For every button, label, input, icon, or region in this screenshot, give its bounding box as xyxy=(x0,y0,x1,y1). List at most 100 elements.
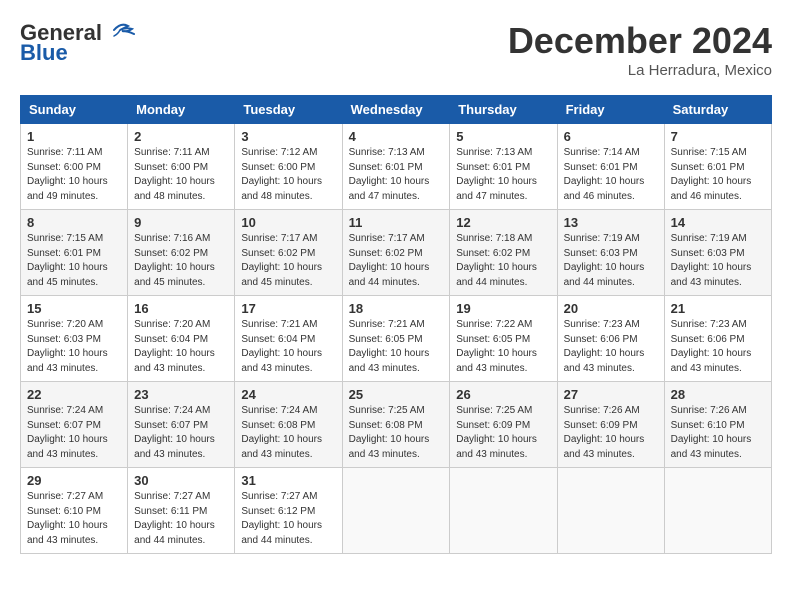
title-area: December 2024 La Herradura, Mexico xyxy=(508,20,772,79)
weekday-header-wednesday: Wednesday xyxy=(342,96,450,124)
day-info-text: Sunrise: 7:19 AM Sunset: 6:03 PM Dayligh… xyxy=(564,232,658,290)
day-info-text: Sunrise: 7:15 AM Sunset: 6:01 PM Dayligh… xyxy=(27,232,121,290)
calendar-day-cell: 19 Sunrise: 7:22 AM Sunset: 6:05 PM Dayli… xyxy=(450,296,557,382)
day-number: 29 xyxy=(27,473,121,488)
calendar-empty-cell xyxy=(664,468,771,554)
calendar-day-cell: 2Sunrise: 7:11 AM Sunset: 6:00 PM Daylig… xyxy=(128,124,235,210)
day-number: 4 xyxy=(349,129,444,144)
calendar-week-row: 22Sunrise: 7:24 AM Sunset: 6:07 PM Dayli… xyxy=(21,382,772,468)
day-info-text: Sunrise: 7:17 AM Sunset: 6:02 PM Dayligh… xyxy=(241,232,335,290)
page-header: General Blue December 2024 La Herradura,… xyxy=(20,20,772,79)
day-number: 7 xyxy=(671,129,765,144)
day-info-text: Sunrise: 7:24 AM Sunset: 6:07 PM Dayligh… xyxy=(27,404,121,462)
calendar-day-cell: 18 Sunrise: 7:21 AM Sunset: 6:05 PM Dayli… xyxy=(342,296,450,382)
day-info-text: Sunrise: 7:27 AM Sunset: 6:11 PM Dayligh… xyxy=(134,490,228,548)
day-number: 13 xyxy=(564,215,658,230)
day-info-text: Sunrise: 7:14 AM Sunset: 6:01 PM Dayligh… xyxy=(564,146,658,204)
day-number: 31 xyxy=(241,473,335,488)
day-number: 11 xyxy=(349,215,444,230)
day-number: 19 xyxy=(456,301,550,316)
calendar-day-cell: 26Sunrise: 7:25 AM Sunset: 6:09 PM Dayli… xyxy=(450,382,557,468)
weekday-header-monday: Monday xyxy=(128,96,235,124)
day-info-text: Sunrise: 7:17 AM Sunset: 6:02 PM Dayligh… xyxy=(349,232,444,290)
calendar-day-cell: 13 Sunrise: 7:19 AM Sunset: 6:03 PM Dayli… xyxy=(557,210,664,296)
calendar-day-cell: 7 Sunrise: 7:15 AM Sunset: 6:01 PM Daylig… xyxy=(664,124,771,210)
weekday-header-tuesday: Tuesday xyxy=(235,96,342,124)
day-info-text: Sunrise: 7:22 AM Sunset: 6:05 PM Dayligh… xyxy=(456,318,550,376)
day-number: 24 xyxy=(241,387,335,402)
calendar-day-cell: 27 Sunrise: 7:26 AM Sunset: 6:09 PM Dayli… xyxy=(557,382,664,468)
calendar-day-cell: 23 Sunrise: 7:24 AM Sunset: 6:07 PM Dayli… xyxy=(128,382,235,468)
weekday-header-saturday: Saturday xyxy=(664,96,771,124)
calendar-week-row: 29 Sunrise: 7:27 AM Sunset: 6:10 PM Dayli… xyxy=(21,468,772,554)
calendar-week-row: 8 Sunrise: 7:15 AM Sunset: 6:01 PM Daylig… xyxy=(21,210,772,296)
calendar-week-row: 1 Sunrise: 7:11 AM Sunset: 6:00 PM Daylig… xyxy=(21,124,772,210)
calendar-day-cell: 31 Sunrise: 7:27 AM Sunset: 6:12 PM Dayli… xyxy=(235,468,342,554)
day-info-text: Sunrise: 7:20 AM Sunset: 6:03 PM Dayligh… xyxy=(27,318,121,376)
day-number: 21 xyxy=(671,301,765,316)
weekday-header-row: SundayMondayTuesdayWednesdayThursdayFrid… xyxy=(21,96,772,124)
logo-blue-text: Blue xyxy=(20,40,68,66)
day-info-text: Sunrise: 7:18 AM Sunset: 6:02 PM Dayligh… xyxy=(456,232,550,290)
day-number: 10 xyxy=(241,215,335,230)
calendar-empty-cell xyxy=(557,468,664,554)
location-text: La Herradura, Mexico xyxy=(508,62,772,79)
logo: General Blue xyxy=(20,20,136,66)
day-info-text: Sunrise: 7:24 AM Sunset: 6:07 PM Dayligh… xyxy=(134,404,228,462)
calendar-day-cell: 10 Sunrise: 7:17 AM Sunset: 6:02 PM Dayli… xyxy=(235,210,342,296)
day-number: 18 xyxy=(349,301,444,316)
calendar-day-cell: 11 Sunrise: 7:17 AM Sunset: 6:02 PM Dayli… xyxy=(342,210,450,296)
calendar-day-cell: 30 Sunrise: 7:27 AM Sunset: 6:11 PM Dayli… xyxy=(128,468,235,554)
calendar-table: SundayMondayTuesdayWednesdayThursdayFrid… xyxy=(20,95,772,554)
calendar-day-cell: 4 Sunrise: 7:13 AM Sunset: 6:01 PM Daylig… xyxy=(342,124,450,210)
day-number: 30 xyxy=(134,473,228,488)
weekday-header-friday: Friday xyxy=(557,96,664,124)
day-number: 23 xyxy=(134,387,228,402)
calendar-day-cell: 21Sunrise: 7:23 AM Sunset: 6:06 PM Dayli… xyxy=(664,296,771,382)
day-info-text: Sunrise: 7:13 AM Sunset: 6:01 PM Dayligh… xyxy=(456,146,550,204)
calendar-week-row: 15Sunrise: 7:20 AM Sunset: 6:03 PM Dayli… xyxy=(21,296,772,382)
calendar-day-cell: 20 Sunrise: 7:23 AM Sunset: 6:06 PM Dayli… xyxy=(557,296,664,382)
day-info-text: Sunrise: 7:11 AM Sunset: 6:00 PM Dayligh… xyxy=(134,146,228,204)
day-number: 17 xyxy=(241,301,335,316)
day-info-text: Sunrise: 7:15 AM Sunset: 6:01 PM Dayligh… xyxy=(671,146,765,204)
day-number: 9 xyxy=(134,215,228,230)
day-info-text: Sunrise: 7:27 AM Sunset: 6:12 PM Dayligh… xyxy=(241,490,335,548)
weekday-header-sunday: Sunday xyxy=(21,96,128,124)
day-info-text: Sunrise: 7:11 AM Sunset: 6:00 PM Dayligh… xyxy=(27,146,121,204)
calendar-day-cell: 14 Sunrise: 7:19 AM Sunset: 6:03 PM Dayli… xyxy=(664,210,771,296)
calendar-empty-cell xyxy=(450,468,557,554)
day-number: 14 xyxy=(671,215,765,230)
day-number: 12 xyxy=(456,215,550,230)
day-info-text: Sunrise: 7:24 AM Sunset: 6:08 PM Dayligh… xyxy=(241,404,335,462)
day-info-text: Sunrise: 7:23 AM Sunset: 6:06 PM Dayligh… xyxy=(564,318,658,376)
day-number: 20 xyxy=(564,301,658,316)
calendar-day-cell: 8 Sunrise: 7:15 AM Sunset: 6:01 PM Daylig… xyxy=(21,210,128,296)
day-number: 1 xyxy=(27,129,121,144)
calendar-day-cell: 15Sunrise: 7:20 AM Sunset: 6:03 PM Dayli… xyxy=(21,296,128,382)
day-info-text: Sunrise: 7:16 AM Sunset: 6:02 PM Dayligh… xyxy=(134,232,228,290)
calendar-empty-cell xyxy=(342,468,450,554)
calendar-day-cell: 1 Sunrise: 7:11 AM Sunset: 6:00 PM Daylig… xyxy=(21,124,128,210)
month-title: December 2024 xyxy=(508,20,772,62)
day-info-text: Sunrise: 7:12 AM Sunset: 6:00 PM Dayligh… xyxy=(241,146,335,204)
calendar-day-cell: 17 Sunrise: 7:21 AM Sunset: 6:04 PM Dayli… xyxy=(235,296,342,382)
calendar-day-cell: 9 Sunrise: 7:16 AM Sunset: 6:02 PM Daylig… xyxy=(128,210,235,296)
day-number: 27 xyxy=(564,387,658,402)
day-info-text: Sunrise: 7:21 AM Sunset: 6:05 PM Dayligh… xyxy=(349,318,444,376)
calendar-day-cell: 16Sunrise: 7:20 AM Sunset: 6:04 PM Dayli… xyxy=(128,296,235,382)
day-info-text: Sunrise: 7:19 AM Sunset: 6:03 PM Dayligh… xyxy=(671,232,765,290)
calendar-day-cell: 3Sunrise: 7:12 AM Sunset: 6:00 PM Daylig… xyxy=(235,124,342,210)
day-number: 8 xyxy=(27,215,121,230)
day-info-text: Sunrise: 7:25 AM Sunset: 6:08 PM Dayligh… xyxy=(349,404,444,462)
day-info-text: Sunrise: 7:13 AM Sunset: 6:01 PM Dayligh… xyxy=(349,146,444,204)
day-number: 26 xyxy=(456,387,550,402)
day-info-text: Sunrise: 7:20 AM Sunset: 6:04 PM Dayligh… xyxy=(134,318,228,376)
day-info-text: Sunrise: 7:26 AM Sunset: 6:09 PM Dayligh… xyxy=(564,404,658,462)
day-info-text: Sunrise: 7:21 AM Sunset: 6:04 PM Dayligh… xyxy=(241,318,335,376)
day-number: 28 xyxy=(671,387,765,402)
calendar-day-cell: 28Sunrise: 7:26 AM Sunset: 6:10 PM Dayli… xyxy=(664,382,771,468)
day-info-text: Sunrise: 7:27 AM Sunset: 6:10 PM Dayligh… xyxy=(27,490,121,548)
calendar-day-cell: 22Sunrise: 7:24 AM Sunset: 6:07 PM Dayli… xyxy=(21,382,128,468)
weekday-header-thursday: Thursday xyxy=(450,96,557,124)
